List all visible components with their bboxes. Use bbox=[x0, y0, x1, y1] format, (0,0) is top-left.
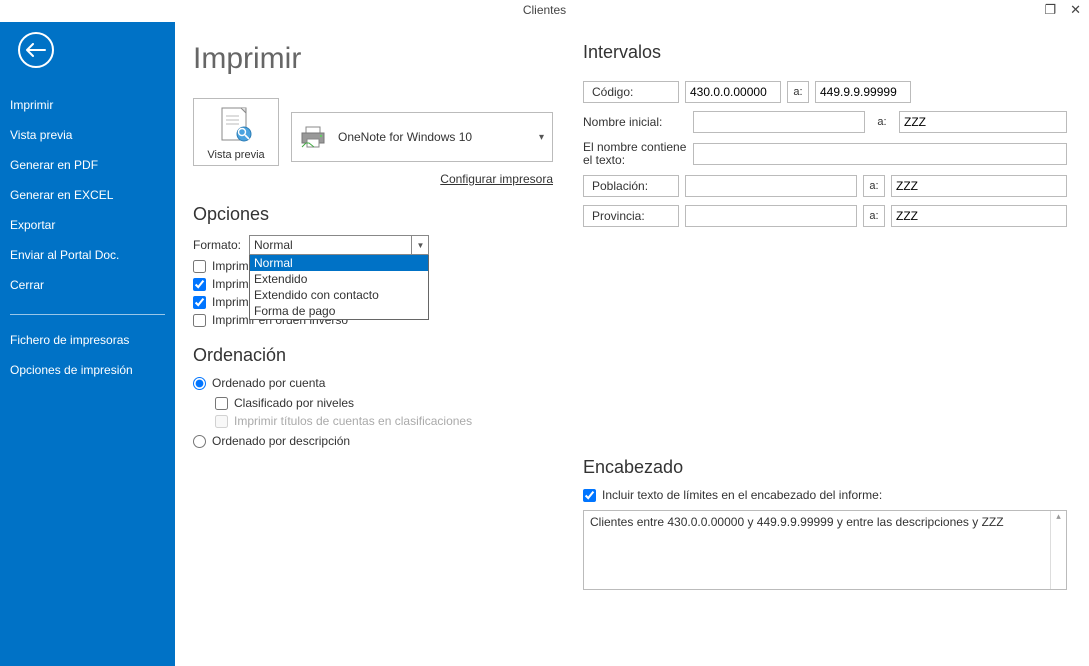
poblacion-label: Población: bbox=[583, 175, 679, 197]
sidebar: Imprimir Vista previa Generar en PDF Gen… bbox=[0, 22, 175, 666]
checkbox-imprimir-1-label: Imprim bbox=[212, 259, 249, 273]
checkbox-sin-movimientos[interactable] bbox=[193, 296, 206, 309]
nombre-inicial-label: Nombre inicial: bbox=[583, 115, 687, 129]
printer-icon bbox=[300, 125, 328, 149]
codigo-from-input[interactable] bbox=[685, 81, 781, 103]
page-title: Imprimir bbox=[193, 42, 553, 76]
back-arrow-icon bbox=[26, 43, 46, 57]
sidebar-item-exportar[interactable]: Exportar bbox=[0, 210, 175, 240]
maximize-icon[interactable]: ❐ bbox=[1044, 2, 1056, 18]
checkbox-imprimir-2[interactable] bbox=[193, 278, 206, 291]
encabezado-textarea[interactable]: Clientes entre 430.0.0.00000 y 449.9.9.9… bbox=[583, 510, 1067, 590]
provincia-from-input[interactable] bbox=[685, 205, 857, 227]
radio-ordenado-cuenta[interactable] bbox=[193, 377, 206, 390]
main: Imprimir bbox=[175, 22, 1089, 666]
sidebar-item-generar-pdf[interactable]: Generar en PDF bbox=[0, 150, 175, 180]
vista-previa-button[interactable]: Vista previa bbox=[193, 98, 279, 166]
checkbox-imprimir-2-label: Imprim bbox=[212, 277, 249, 291]
sidebar-item-generar-excel[interactable]: Generar en EXCEL bbox=[0, 180, 175, 210]
format-label: Formato: bbox=[193, 238, 241, 252]
checkbox-imprimir-titulos bbox=[215, 415, 228, 428]
a-label: a: bbox=[863, 205, 885, 227]
encabezado-heading: Encabezado bbox=[583, 457, 1067, 478]
format-option-extendido-contacto[interactable]: Extendido con contacto bbox=[250, 287, 428, 303]
a-label: a: bbox=[863, 175, 885, 197]
checkbox-incluir-limites-label: Incluir texto de límites en el encabezad… bbox=[602, 488, 882, 502]
contiene-input[interactable] bbox=[693, 143, 1067, 165]
configure-printer-link[interactable]: Configurar impresora bbox=[193, 172, 553, 186]
checkbox-clasificado-niveles[interactable] bbox=[215, 397, 228, 410]
back-button[interactable] bbox=[18, 32, 54, 68]
sidebar-item-vista-previa[interactable]: Vista previa bbox=[0, 120, 175, 150]
document-preview-icon bbox=[198, 105, 274, 147]
sidebar-divider bbox=[10, 314, 165, 315]
nombre-to-input[interactable] bbox=[899, 111, 1067, 133]
format-option-forma-pago[interactable]: Forma de pago bbox=[250, 303, 428, 319]
a-label: a: bbox=[871, 116, 893, 128]
contiene-label: El nombre contiene el texto: bbox=[583, 141, 687, 167]
intervalos-heading: Intervalos bbox=[583, 42, 1067, 63]
window-title: Clientes bbox=[523, 3, 566, 17]
format-option-extendido[interactable]: Extendido bbox=[250, 271, 428, 287]
nombre-from-input[interactable] bbox=[693, 111, 865, 133]
printer-selector[interactable]: OneNote for Windows 10 ▾ bbox=[291, 112, 553, 162]
format-option-normal[interactable]: Normal bbox=[250, 255, 428, 271]
ordenacion-heading: Ordenación bbox=[193, 345, 553, 366]
poblacion-from-input[interactable] bbox=[685, 175, 857, 197]
checkbox-imprimir-titulos-label: Imprimir títulos de cuentas en clasifica… bbox=[234, 414, 472, 428]
codigo-to-input[interactable] bbox=[815, 81, 911, 103]
poblacion-to-input[interactable] bbox=[891, 175, 1067, 197]
checkbox-imprimir-1[interactable] bbox=[193, 260, 206, 273]
radio-ordenado-descripcion[interactable] bbox=[193, 435, 206, 448]
printer-name: OneNote for Windows 10 bbox=[338, 130, 472, 144]
provincia-to-input[interactable] bbox=[891, 205, 1067, 227]
chevron-down-icon[interactable]: ▼ bbox=[411, 235, 429, 255]
checkbox-orden-inverso[interactable] bbox=[193, 314, 206, 327]
radio-ordenado-descripcion-label: Ordenado por descripción bbox=[212, 434, 350, 448]
window-controls: ❐ ✕ bbox=[1044, 2, 1081, 18]
scrollbar[interactable]: ▴ bbox=[1050, 511, 1066, 589]
encabezado-text: Clientes entre 430.0.0.00000 y 449.9.9.9… bbox=[584, 511, 1066, 533]
codigo-label: Código: bbox=[583, 81, 679, 103]
sidebar-item-enviar-portal[interactable]: Enviar al Portal Doc. bbox=[0, 240, 175, 270]
scroll-up-icon[interactable]: ▴ bbox=[1051, 511, 1066, 522]
sidebar-item-opciones-impresion[interactable]: Opciones de impresión bbox=[0, 355, 175, 385]
checkbox-incluir-limites[interactable] bbox=[583, 489, 596, 502]
close-icon[interactable]: ✕ bbox=[1070, 2, 1081, 18]
opciones-heading: Opciones bbox=[193, 204, 553, 225]
radio-ordenado-cuenta-label: Ordenado por cuenta bbox=[212, 376, 325, 390]
format-dropdown-value: Normal bbox=[249, 235, 429, 255]
titlebar: Clientes ❐ ✕ bbox=[0, 0, 1089, 22]
chevron-down-icon: ▾ bbox=[539, 132, 544, 143]
sidebar-item-fichero-impresoras[interactable]: Fichero de impresoras bbox=[0, 325, 175, 355]
provincia-label: Provincia: bbox=[583, 205, 679, 227]
checkbox-clasificado-niveles-label: Clasificado por niveles bbox=[234, 396, 354, 410]
vista-previa-label: Vista previa bbox=[198, 149, 274, 161]
a-label: a: bbox=[787, 81, 809, 103]
sidebar-item-cerrar[interactable]: Cerrar bbox=[0, 270, 175, 300]
format-dropdown-list: Normal Extendido Extendido con contacto … bbox=[249, 255, 429, 320]
format-dropdown[interactable]: Normal ▼ Normal Extendido Extendido con … bbox=[249, 235, 429, 255]
sidebar-item-imprimir[interactable]: Imprimir bbox=[0, 90, 175, 120]
